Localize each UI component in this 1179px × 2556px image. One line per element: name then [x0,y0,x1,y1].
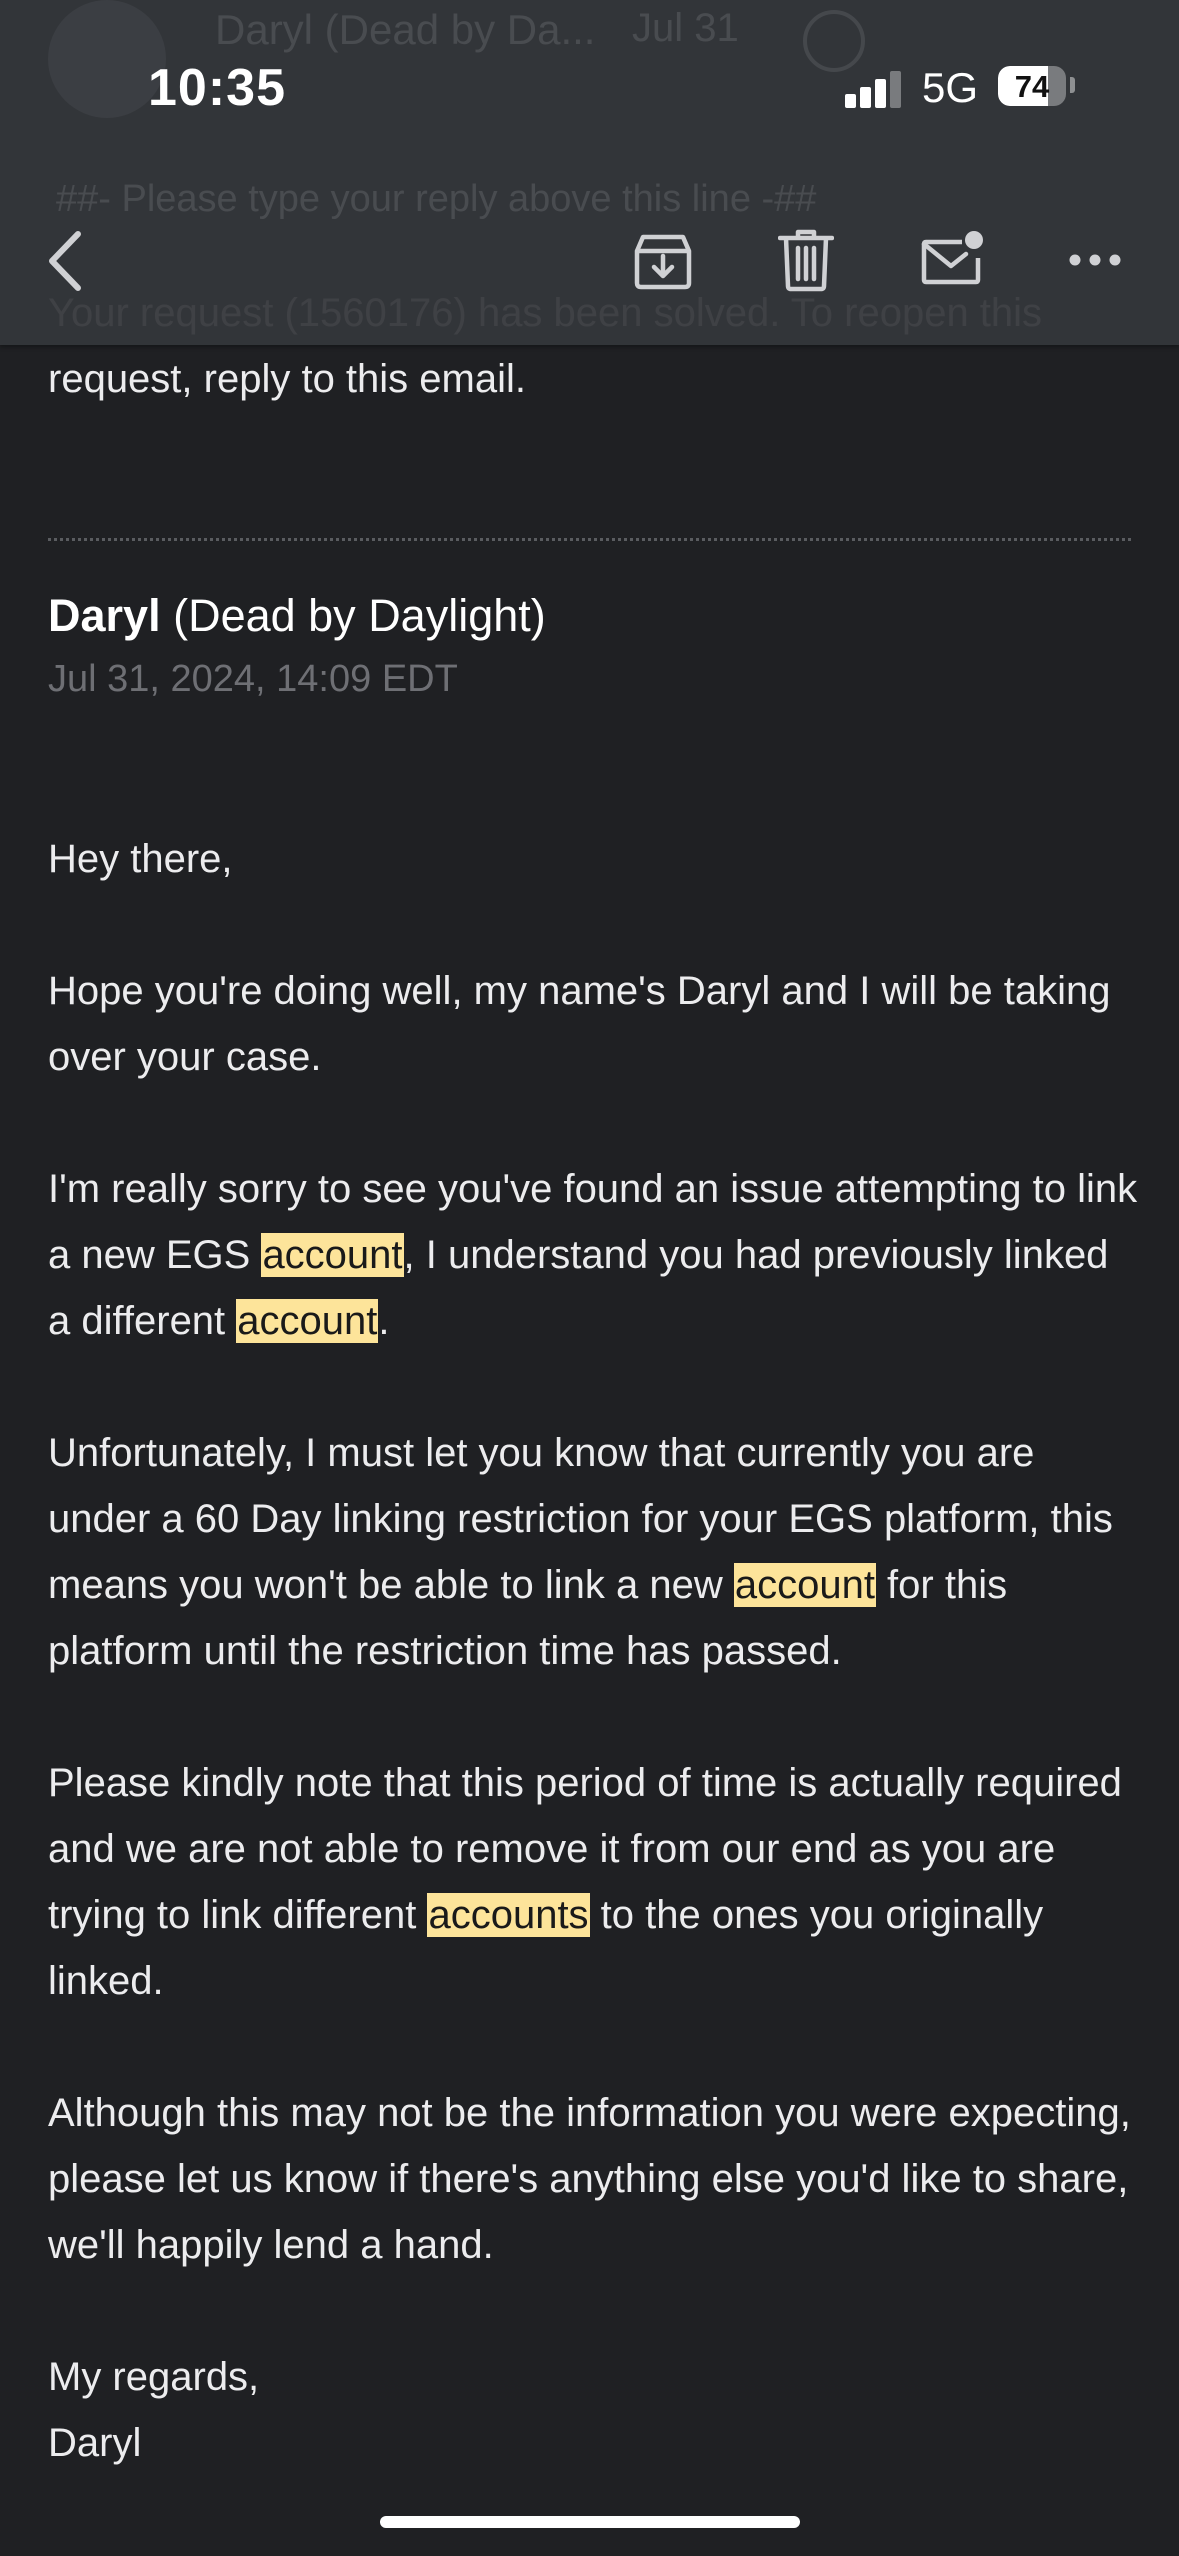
battery-icon: 74 [998,66,1066,106]
envelope-dot-icon[interactable] [920,228,986,288]
battery-percent: 74 [1014,69,1050,104]
paragraph-3: Unfortunately, I must let you know that … [48,1420,1138,1684]
search-highlight: account [236,1299,379,1343]
message-body: Hey there, Hope you're doing well, my na… [48,826,1138,2476]
search-highlight: account [733,1563,876,1607]
chevron-left-icon[interactable] [40,226,90,296]
status-time: 10:35 [148,59,286,117]
search-highlight: account [261,1233,404,1277]
paragraph-1: Hope you're doing well, my name's Daryl … [48,969,1111,1079]
signoff: My regards, Daryl [48,2344,1138,2476]
signal-bar [890,71,901,108]
emoji-icon [803,10,865,72]
battery-nub [1070,77,1075,93]
network-label: 5G [922,64,979,111]
signoff-text: My regards, [48,2355,260,2399]
home-indicator[interactable] [380,2516,800,2528]
paragraph-2: I'm really sorry to see you've found an … [48,1156,1138,1354]
underlying-sender: Daryl (Dead by Da... [215,6,596,53]
signal-bar [845,94,856,108]
underlying-reply-line: ##- Please type your reply above this li… [56,178,817,220]
paragraph-5: Although this may not be the information… [48,2091,1131,2267]
more-horizontal-icon[interactable] [1068,250,1122,270]
p2-text-c: . [378,1299,390,1343]
trash-icon[interactable] [778,228,834,292]
message-date: Jul 31, 2024, 14:09 EDT [48,658,458,700]
underlying-date: Jul 31 [632,6,739,50]
message-divider [48,538,1131,541]
search-highlight: accounts [427,1893,590,1937]
sender-org: (Dead by Daylight) [173,590,546,641]
message-sender: Daryl (Dead by Daylight) [48,588,546,644]
paragraph-4: Please kindly note that this period of t… [48,1750,1138,2014]
greeting: Hey there, [48,837,233,881]
signal-icon [845,70,905,108]
sender-name: Daryl [48,590,161,641]
signature: Daryl [48,2421,142,2465]
signal-bar [860,87,871,108]
archive-icon[interactable] [633,229,693,291]
signal-bar [875,79,886,108]
